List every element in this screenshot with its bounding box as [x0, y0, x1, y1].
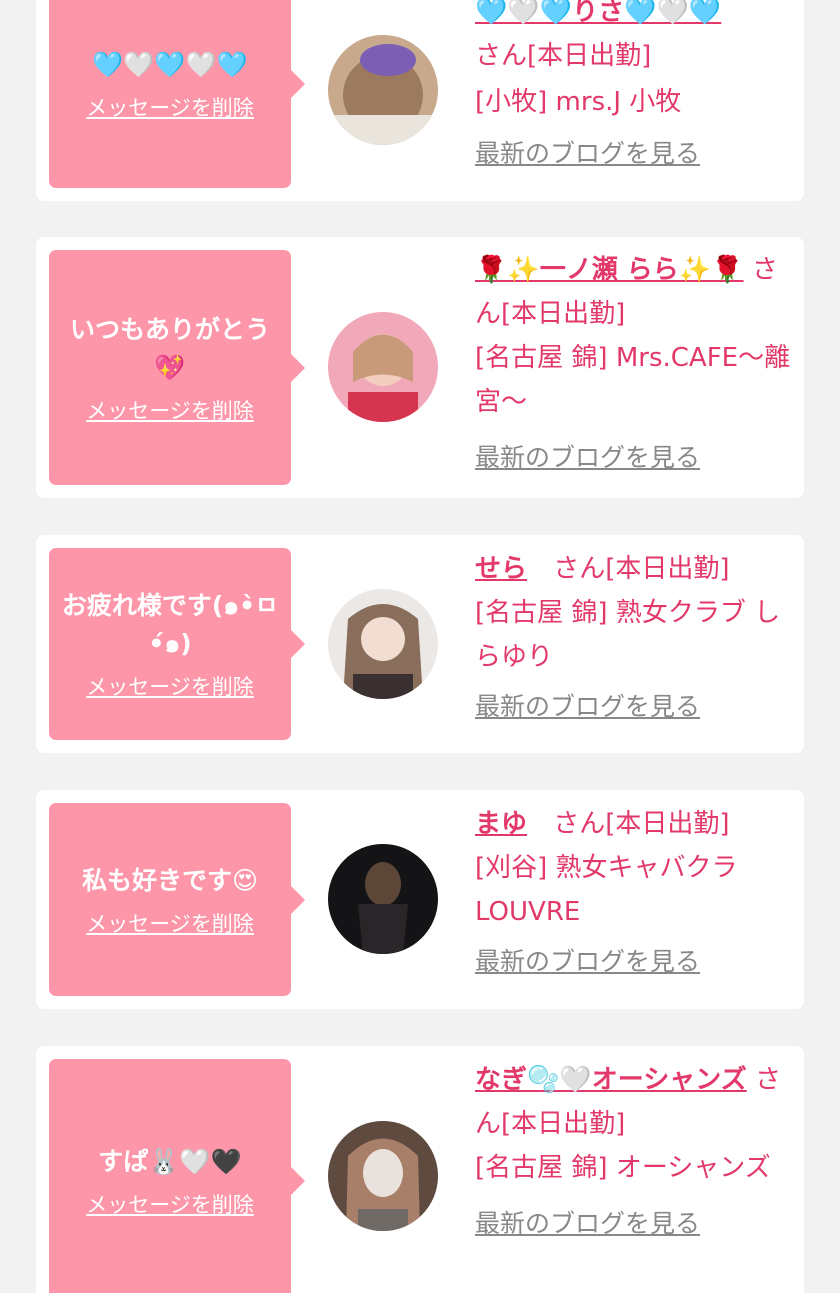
avatar-image — [328, 35, 438, 145]
cast-name-line: 🩵🤍🩵りさ🩵🤍🩵 — [475, 0, 797, 34]
cast-name-line: まゆ さん[本日出勤] — [475, 802, 797, 846]
message-card: 私も好きです😍 メッセージを削除 まゆ さん[本日出勤] [刈谷] 熟女キャバク… — [36, 790, 804, 1009]
cast-status: さん[本日出勤] — [553, 554, 730, 584]
message-text: 私も好きです😍 — [81, 865, 259, 895]
shop-name: [刈谷] 熟女キャバクラ LOUVRE — [475, 853, 738, 927]
avatar[interactable] — [328, 1121, 438, 1231]
message-bubble: いつもありがとう💖 メッセージを削除 — [49, 250, 305, 485]
message-bubble: 🩵🤍🩵🤍🩵 メッセージを削除 — [49, 0, 305, 188]
message-bubble: お疲れ様です(๑•̀ㅁ•́๑) メッセージを削除 — [49, 548, 305, 740]
latest-blog-link[interactable]: 最新のブログを見る — [475, 440, 797, 476]
message-text: お疲れ様です(๑•̀ㅁ•́๑) — [61, 591, 279, 658]
message-card: 🩵🤍🩵🤍🩵 メッセージを削除 🩵🤍🩵りさ🩵🤍🩵 さん[本日出勤] [小牧] mr… — [36, 0, 804, 201]
cast-info: まゆ さん[本日出勤] [刈谷] 熟女キャバクラ LOUVRE 最新のブログを見… — [475, 802, 797, 980]
avatar-image — [328, 844, 438, 954]
message-card: お疲れ様です(๑•̀ㅁ•́๑) メッセージを削除 せら さん[本日出勤] [名古… — [36, 535, 804, 753]
message-text: 🩵🤍🩵🤍🩵 — [92, 50, 248, 79]
avatar-image — [328, 312, 438, 422]
avatar-image — [328, 589, 438, 699]
cast-info: 🩵🤍🩵りさ🩵🤍🩵 さん[本日出勤] [小牧] mrs.J 小牧 最新のブログを見… — [475, 0, 797, 172]
cast-status: さん[本日出勤] — [475, 41, 652, 71]
delete-message-link[interactable]: メッセージを削除 — [86, 910, 254, 938]
cast-name-link[interactable]: せら — [475, 554, 527, 584]
shop-name: [名古屋 錦] オーシャンズ — [475, 1153, 771, 1183]
avatar[interactable] — [328, 35, 438, 145]
cast-name-link[interactable]: 🌹✨一ノ瀬 らら✨🌹 — [475, 255, 744, 285]
latest-blog-link[interactable]: 最新のブログを見る — [475, 1206, 797, 1242]
cast-info: 🌹✨一ノ瀬 らら✨🌹 さん[本日出勤] [名古屋 錦] Mrs.CAFE〜離宮〜… — [475, 248, 797, 476]
delete-message-link[interactable]: メッセージを削除 — [86, 94, 254, 122]
message-bubble: 私も好きです😍 メッセージを削除 — [49, 803, 305, 996]
message-card: すぱ🐰🤍🖤 メッセージを削除 なぎ🫧🤍オーシャンズ さん[本日出勤] [名古屋 … — [36, 1046, 804, 1293]
delete-message-link[interactable]: メッセージを削除 — [86, 673, 254, 701]
message-list: 🩵🤍🩵🤍🩵 メッセージを削除 🩵🤍🩵りさ🩵🤍🩵 さん[本日出勤] [小牧] mr… — [0, 0, 840, 1293]
cast-info: せら さん[本日出勤] [名古屋 錦] 熟女クラブ しらゆり 最新のブログを見る — [475, 547, 797, 725]
avatar[interactable] — [328, 589, 438, 699]
avatar[interactable] — [328, 844, 438, 954]
shop-name: [名古屋 錦] 熟女クラブ しらゆり — [475, 598, 781, 672]
message-text: いつもありがとう💖 — [69, 314, 270, 382]
cast-info: なぎ🫧🤍オーシャンズ さん[本日出勤] [名古屋 錦] オーシャンズ 最新のブロ… — [475, 1058, 797, 1242]
cast-name-link[interactable]: まゆ — [475, 809, 527, 839]
latest-blog-link[interactable]: 最新のブログを見る — [475, 689, 797, 725]
cast-name-line: なぎ🫧🤍オーシャンズ さん[本日出勤] — [475, 1058, 797, 1146]
shop-name: [名古屋 錦] Mrs.CAFE〜離宮〜 — [475, 343, 791, 417]
message-text: すぱ🐰🤍🖤 — [98, 1147, 242, 1176]
shop-name: [小牧] mrs.J 小牧 — [475, 87, 682, 117]
avatar[interactable] — [328, 312, 438, 422]
delete-message-link[interactable]: メッセージを削除 — [86, 397, 254, 425]
avatar-image — [328, 1121, 438, 1231]
cast-name-link[interactable]: なぎ🫧🤍オーシャンズ — [475, 1065, 747, 1095]
cast-name-line: せら さん[本日出勤] — [475, 547, 797, 591]
cast-name-link[interactable]: 🩵🤍🩵りさ🩵🤍🩵 — [475, 0, 721, 27]
message-bubble: すぱ🐰🤍🖤 メッセージを削除 — [49, 1059, 305, 1293]
cast-name-line: 🌹✨一ノ瀬 らら✨🌹 さん[本日出勤] — [475, 248, 797, 336]
message-card: いつもありがとう💖 メッセージを削除 🌹✨一ノ瀬 らら✨🌹 さん[本日出勤] [… — [36, 237, 804, 498]
cast-status: さん[本日出勤] — [553, 809, 730, 839]
delete-message-link[interactable]: メッセージを削除 — [86, 1191, 254, 1219]
latest-blog-link[interactable]: 最新のブログを見る — [475, 136, 797, 172]
latest-blog-link[interactable]: 最新のブログを見る — [475, 944, 797, 980]
